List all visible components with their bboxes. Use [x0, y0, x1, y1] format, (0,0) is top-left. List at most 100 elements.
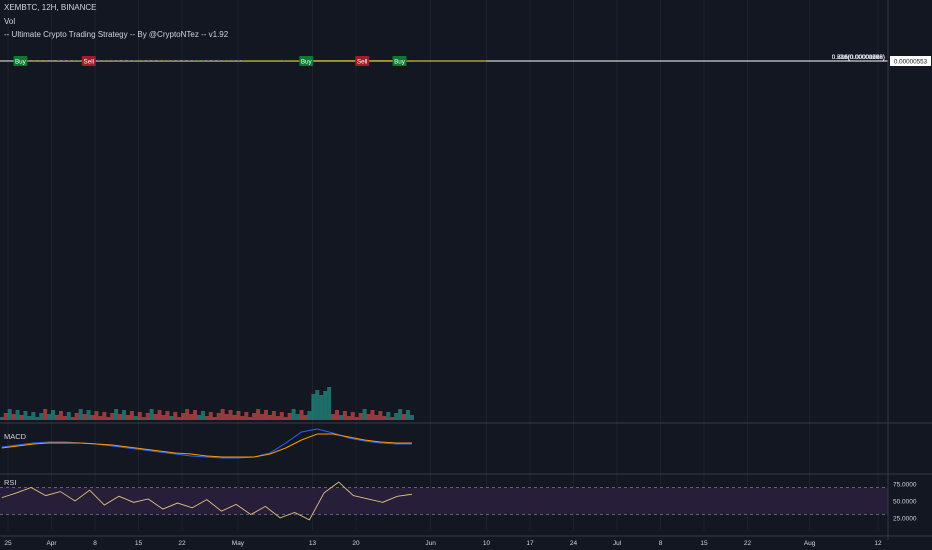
candle-body [173, 61, 178, 62]
candle-body [189, 61, 194, 62]
signal-label: Sell [84, 59, 95, 66]
volume-bar [224, 414, 229, 420]
candle-body [291, 61, 296, 62]
x-tick-label: 8 [659, 540, 663, 547]
volume-bar [149, 409, 154, 420]
volume-indicator-label[interactable]: Vol [4, 17, 15, 26]
volume-bar [3, 413, 8, 420]
candle-body [386, 61, 391, 62]
signal-label: Buy [394, 59, 406, 66]
volume-bar [228, 410, 233, 420]
volume-bar [315, 390, 320, 420]
candle-body [327, 61, 332, 62]
candle-body [43, 61, 48, 62]
volume-bar [133, 416, 138, 420]
volume-bar [299, 410, 304, 420]
x-tick-label: 24 [570, 540, 578, 547]
candle-body [137, 61, 142, 62]
candle-body [287, 61, 292, 62]
candle-body [370, 61, 375, 62]
candle-body [161, 61, 166, 62]
volume-bar [366, 414, 371, 420]
volume-bar [181, 413, 186, 420]
volume-bars [0, 387, 414, 420]
x-tick-label: 15 [700, 540, 708, 547]
volume-bar [362, 409, 367, 420]
x-tick-label: 20 [352, 540, 360, 547]
candle-body [133, 61, 138, 62]
rsi-pane: 75.0000 50.0000 25.0000 [0, 473, 932, 522]
candle-body [232, 61, 237, 62]
volume-bar [216, 413, 221, 420]
volume-bar [141, 417, 146, 420]
x-tick-label: Aug [804, 540, 816, 547]
volume-bar [370, 410, 375, 420]
rsi-label[interactable]: RSI [4, 478, 17, 487]
candle-body [319, 61, 324, 62]
volume-bar [23, 411, 28, 420]
candle-body [204, 61, 209, 62]
signal-label: Buy [15, 59, 27, 66]
candle-body [58, 61, 63, 62]
volume-bar [66, 412, 71, 420]
volume-bar [260, 414, 265, 420]
volume-bar [378, 411, 383, 420]
volume-bar [350, 412, 355, 420]
candle-body [405, 61, 410, 62]
candle-body [374, 61, 379, 62]
volume-bar [386, 412, 391, 420]
volume-bar [0, 417, 4, 420]
volume-bar [19, 415, 24, 420]
x-tick-label: Apr [46, 540, 57, 547]
volume-bar [291, 409, 296, 420]
volume-bar [129, 411, 134, 420]
candle-body [378, 61, 383, 62]
volume-bar [122, 410, 127, 420]
volume-bar [271, 411, 276, 420]
x-tick-label: May [232, 540, 245, 547]
time-axis[interactable]: 25 Apr 8 15 22 May 13 20 Jun 10 17 24 Jul 8 15 22 Aug 12 [0, 535, 932, 547]
volume-bar [303, 415, 308, 420]
volume-bar [11, 414, 16, 420]
macd-label[interactable]: MACD [4, 432, 26, 441]
volume-bar [252, 413, 257, 420]
candle-body [338, 61, 343, 62]
volume-bar [334, 410, 339, 420]
candle-body [51, 61, 56, 62]
candle-body [118, 61, 123, 62]
volume-bar [82, 414, 87, 420]
candle-body [220, 61, 225, 62]
candle-body [196, 61, 201, 62]
candle-body [323, 61, 328, 62]
volume-bar [51, 410, 56, 420]
candle-body [252, 61, 257, 62]
x-tick-label: 17 [526, 540, 534, 547]
candle-body [216, 61, 221, 62]
volume-bar [327, 387, 332, 420]
volume-bar [338, 415, 343, 420]
symbol-title[interactable]: XEMBTC, 12H, BINANCE [4, 3, 96, 12]
candle-body [244, 61, 249, 62]
candle-body [193, 61, 198, 62]
x-tick-label: Jul [613, 540, 622, 547]
candle-body [350, 61, 355, 62]
candle-body [260, 61, 265, 62]
volume-bar [110, 413, 115, 420]
volume-bar [27, 416, 32, 420]
rsi-tick-label: 50.0000 [893, 499, 917, 506]
chart-canvas[interactable]: 0(0.00001592)0.236(0.00001386)0.382(0.00… [0, 0, 932, 550]
volume-bar [208, 412, 213, 420]
strategy-indicator-label[interactable]: -- Ultimate Crypto Trading Strategy -- B… [4, 30, 228, 39]
candle-body [70, 61, 75, 62]
volume-bar [275, 416, 280, 420]
volume-bar [7, 409, 12, 420]
candle-body [169, 61, 174, 62]
x-tick-label: 25 [4, 540, 12, 547]
volume-bar [236, 411, 241, 420]
volume-bar [177, 417, 182, 420]
macd-series-line [1, 433, 412, 458]
candle-body [200, 61, 205, 62]
price-axis[interactable]: 0.000017000.000016000.000015000.00001400… [887, 0, 931, 540]
volume-bar [354, 417, 359, 420]
x-tick-label: 15 [135, 540, 143, 547]
